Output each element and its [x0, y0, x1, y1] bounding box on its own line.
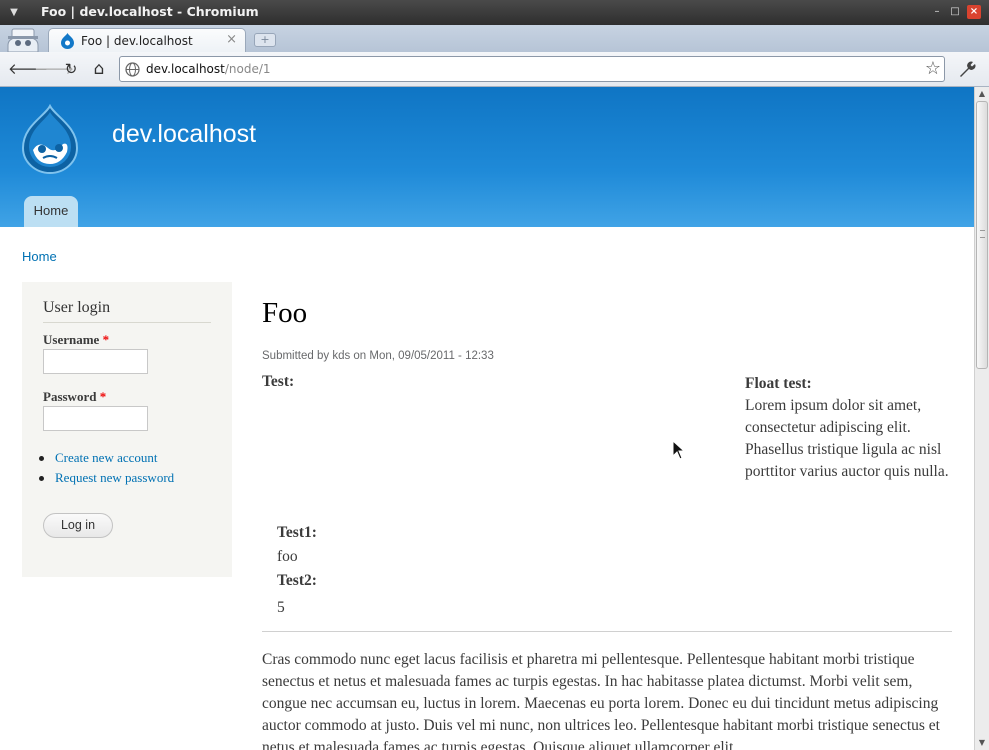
block-title: User login [43, 299, 211, 323]
globe-icon [125, 62, 140, 77]
scroll-thumb[interactable] [976, 101, 988, 369]
required-mark: * [99, 389, 107, 404]
minimize-icon[interactable]: – [930, 5, 944, 19]
scroll-down-icon[interactable]: ▼ [975, 736, 989, 750]
tab-active[interactable]: Foo | dev.localhost × [48, 28, 246, 52]
mouse-cursor-icon [672, 440, 686, 460]
content-divider [262, 631, 952, 632]
scroll-up-icon[interactable]: ▲ [975, 87, 989, 101]
close-window-icon[interactable]: × [967, 5, 981, 19]
breadcrumb-home[interactable]: Home [22, 249, 57, 264]
required-mark: * [102, 332, 110, 347]
page-viewport: dev.localhost Home Home User login Usern… [0, 87, 974, 750]
login-links: Create new account Request new password [39, 450, 174, 490]
wrench-icon[interactable] [956, 59, 978, 79]
site-name[interactable]: dev.localhost [112, 120, 256, 149]
test1-label: Test1: [277, 524, 317, 541]
password-input[interactable] [43, 406, 148, 431]
page-title: Foo [262, 297, 308, 329]
float-test-label: Float test: [745, 375, 812, 392]
address-bar[interactable]: dev.localhost/node/1 ☆ [119, 56, 945, 82]
test2-value: 5 [277, 599, 285, 616]
tab-title: Foo | dev.localhost [81, 34, 193, 48]
window-title: Foo | dev.localhost - Chromium [41, 4, 259, 19]
vertical-scrollbar[interactable]: ▲ ▼ [974, 87, 989, 750]
request-password-link[interactable]: Request new password [39, 470, 174, 490]
tab-close-icon[interactable]: × [226, 32, 237, 47]
drupal-logo-icon[interactable] [19, 104, 81, 174]
home-icon[interactable]: ⌂ [89, 59, 109, 79]
back-icon[interactable]: 🡐 [8, 59, 48, 79]
test-field-label: Test: [262, 373, 295, 390]
url-path: /node/1 [224, 62, 271, 76]
nav-tab-home[interactable]: Home [24, 196, 78, 227]
password-label: Password * [43, 389, 106, 405]
browser-toolbar: 🡐 🡒 ↻ ⌂ dev.localhost/node/1 ☆ [0, 52, 989, 87]
username-label-text: Username [43, 332, 100, 347]
body-text: Cras commodo nunc eget lacus facilisis e… [262, 651, 940, 750]
login-button[interactable]: Log in [43, 513, 113, 538]
maximize-icon[interactable]: □ [948, 5, 962, 19]
window-menu-icon[interactable]: ▼ [6, 5, 22, 20]
incognito-icon [7, 28, 39, 52]
user-login-block: User login Username * Password * Create … [22, 282, 232, 577]
test2-label: Test2: [277, 572, 317, 589]
submitted-info: Submitted by kds on Mon, 09/05/2011 - 12… [262, 350, 494, 362]
site-header: dev.localhost Home [0, 87, 974, 227]
tab-strip: Foo | dev.localhost × + [0, 25, 989, 52]
test1-value: foo [277, 548, 298, 565]
scroll-grip [980, 230, 985, 238]
url-text: dev.localhost/node/1 [146, 62, 271, 76]
float-test-text: Lorem ipsum dolor sit amet, consectetur … [745, 397, 949, 480]
reload-icon[interactable]: ↻ [61, 59, 81, 79]
forward-icon[interactable]: 🡒 [34, 59, 74, 79]
drupal-favicon-icon [61, 33, 74, 49]
bookmark-star-icon[interactable]: ☆ [925, 58, 941, 79]
window-titlebar: ▼ Foo | dev.localhost - Chromium – □ × [0, 0, 989, 25]
create-account-link[interactable]: Create new account [39, 450, 174, 470]
float-test-field: Float test: Lorem ipsum dolor sit amet, … [745, 373, 957, 483]
username-input[interactable] [43, 349, 148, 374]
username-label: Username * [43, 332, 109, 348]
password-label-text: Password [43, 389, 97, 404]
url-host: dev.localhost [146, 62, 225, 76]
new-tab-button[interactable]: + [254, 33, 276, 47]
